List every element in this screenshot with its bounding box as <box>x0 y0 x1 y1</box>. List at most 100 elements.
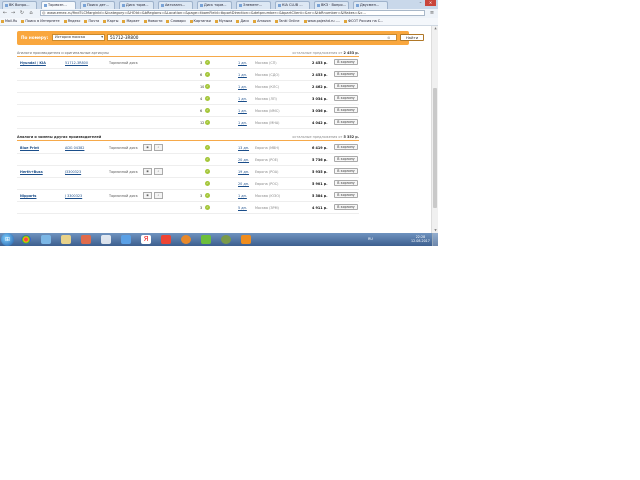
bookmark-item[interactable]: ФСОТ Россия на С... <box>344 18 383 25</box>
start-button[interactable]: ⊞ <box>1 233 14 246</box>
section-original-title: Аналоги производителя и оригинальные арт… <box>17 51 109 55</box>
media-player-icon[interactable] <box>81 235 91 244</box>
bookmark-item[interactable]: Поиск в Интернете <box>21 18 60 25</box>
bookmark-item[interactable]: Новости <box>143 18 162 25</box>
keyboard-language[interactable]: RU <box>368 237 373 241</box>
browser-tab[interactable]: ВКЗ · Вопро... <box>314 1 349 9</box>
opera-icon[interactable] <box>161 235 171 244</box>
address-bar[interactable]: ◍ www.emex.ru/find?LCMarginId=&lcategory… <box>40 10 425 16</box>
tab-favicon-icon <box>200 3 203 7</box>
bookmark-item[interactable]: Яндекс <box>63 18 80 25</box>
add-to-cart-button[interactable]: В корзину <box>334 83 358 89</box>
browser-tab[interactable]: ВК Вопро... <box>2 1 37 9</box>
brand-link[interactable]: Blue Print <box>20 146 39 150</box>
menu-icon[interactable]: ≡ <box>429 10 435 16</box>
uTorrent-icon[interactable] <box>201 235 211 244</box>
delivery-days-link[interactable]: 19 дн. <box>238 170 249 174</box>
tray-clock[interactable]: 22:28 12.08.2017 <box>411 235 430 243</box>
bookmark-item[interactable]: Tanki Online <box>274 18 300 25</box>
browser-tab[interactable]: Тормозн... <box>41 1 76 9</box>
bookmark-item[interactable]: Маркет <box>122 18 140 25</box>
camera-icon[interactable]: ◉ <box>143 192 152 199</box>
show-desktop-button[interactable] <box>432 233 438 246</box>
delivery-days-link[interactable]: 1 дн. <box>238 61 247 65</box>
bookmark-item[interactable]: Почта <box>84 18 99 25</box>
magnifier-icon[interactable]: ⌕ <box>154 168 163 175</box>
browser-tab[interactable]: КIA CLUB ... <box>275 1 310 9</box>
mail-icon[interactable] <box>101 235 111 244</box>
tanki-online-icon[interactable] <box>221 235 231 244</box>
search-input[interactable] <box>107 34 397 41</box>
browser-tab[interactable]: Элемент... <box>236 1 271 9</box>
add-to-cart-button[interactable]: В корзину <box>334 144 358 150</box>
bookmark-item[interactable]: Mail.Ru <box>1 18 17 25</box>
home-icon[interactable]: ⌂ <box>28 10 34 16</box>
chrome-icon[interactable] <box>21 235 31 244</box>
magnifier-icon[interactable]: ⌕ <box>154 192 163 199</box>
brand-link[interactable]: Herth+Buss <box>20 170 43 174</box>
minimize-button[interactable]: – <box>417 0 424 6</box>
article-link[interactable]: J 3300323 <box>65 194 82 198</box>
search-button[interactable]: Найти <box>400 34 424 41</box>
bookmark-item[interactable]: Карты <box>103 18 118 25</box>
vertical-scrollbar[interactable]: ▲ ▼ <box>431 26 438 233</box>
add-to-cart-button[interactable]: В корзину <box>334 204 358 210</box>
add-to-cart-button[interactable]: В корзину <box>334 95 358 101</box>
article-link[interactable]: 51712-3R800 <box>65 61 88 65</box>
delivery-days-link[interactable]: 20 дн. <box>238 182 249 186</box>
folder-icon[interactable] <box>61 235 71 244</box>
firefox-icon[interactable] <box>181 235 191 244</box>
search-history-select[interactable]: История поиска ▾ <box>52 34 105 41</box>
clear-icon[interactable]: ⊗ <box>387 34 390 41</box>
delivery-days-link[interactable]: 1 дн. <box>238 194 247 198</box>
add-to-cart-button[interactable]: В корзину <box>334 156 358 162</box>
article-link[interactable]: ADG 04382 <box>65 146 84 150</box>
delivery-days-link[interactable]: 20 дн. <box>238 158 249 162</box>
browser-tab[interactable]: Диск торм... <box>119 1 154 9</box>
delivery-days-link[interactable]: 1 дн. <box>238 97 247 101</box>
odnoklassniki-icon[interactable] <box>241 235 251 244</box>
add-to-cart-button[interactable]: В корзину <box>334 119 358 125</box>
delivery-days-link[interactable]: 1 дн. <box>238 121 247 125</box>
delivery-days-link[interactable]: 1 дн. <box>238 73 247 77</box>
add-to-cart-button[interactable]: В корзину <box>334 180 358 186</box>
browser-tab[interactable]: Поиск дет... <box>80 1 115 9</box>
camera-icon[interactable]: ◉ <box>143 168 152 175</box>
magnifier-icon[interactable]: ⌕ <box>154 144 163 151</box>
article-link[interactable]: J3300323 <box>65 170 81 174</box>
brand-link[interactable]: Nipparts <box>20 194 36 198</box>
add-to-cart-button[interactable]: В корзину <box>334 168 358 174</box>
browser-tab[interactable]: Двусмен... <box>353 1 388 9</box>
table-row: 10 1 дн. Москва (КЛС) 2 462 р. ✓ В корзину <box>17 81 359 93</box>
yandex-icon[interactable]: Я <box>141 235 151 244</box>
bookmark-item[interactable]: Картинки <box>189 18 211 25</box>
scrollbar-thumb[interactable] <box>433 88 437 208</box>
bookmark-item[interactable]: www.pajeshd.ru -... <box>303 18 340 25</box>
delivery-days-link[interactable]: 5 дн. <box>238 206 247 210</box>
brand-link[interactable]: Hyundai / KIA <box>20 61 46 65</box>
explorer-icon[interactable] <box>41 235 51 244</box>
back-icon[interactable]: ← <box>2 10 8 16</box>
delivery-days-link[interactable]: 1 дн. <box>238 85 247 89</box>
bookmark-item[interactable]: Словари <box>166 18 186 25</box>
bookmark-item[interactable]: Amazon <box>253 18 271 25</box>
bookmark-item[interactable]: Музыка <box>214 18 232 25</box>
in-stock-check-icon: ✓ <box>205 145 210 150</box>
reload-icon[interactable]: ↻ <box>19 10 25 16</box>
add-to-cart-button[interactable]: В корзину <box>334 59 358 65</box>
messenger-icon[interactable] <box>121 235 131 244</box>
close-window-button[interactable]: × <box>425 0 436 6</box>
bookmark-item[interactable]: Диск <box>236 18 249 25</box>
camera-icon[interactable]: ◉ <box>143 144 152 151</box>
bookmark-icon <box>1 19 4 23</box>
forward-icon[interactable]: → <box>10 10 16 16</box>
scroll-up-icon[interactable]: ▲ <box>432 26 438 31</box>
add-to-cart-button[interactable]: В корзину <box>334 107 358 113</box>
bookmark-icon <box>303 19 307 23</box>
delivery-days-link[interactable]: 13 дн. <box>238 146 249 150</box>
browser-tab[interactable]: Диск торм... <box>197 1 232 9</box>
delivery-days-link[interactable]: 1 дн. <box>238 109 247 113</box>
add-to-cart-button[interactable]: В корзину <box>334 71 358 77</box>
browser-tab[interactable]: Автозапч... <box>158 1 193 9</box>
add-to-cart-button[interactable]: В корзину <box>334 192 358 198</box>
